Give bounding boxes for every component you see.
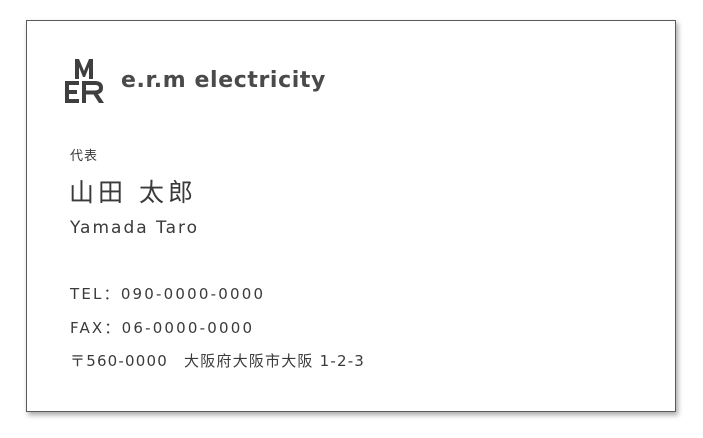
address-line: 〒560-0000 大阪府大阪市大阪 1-2-3 (70, 350, 365, 371)
family-name: 山田 (69, 178, 128, 207)
given-name: 太郎 (139, 178, 198, 207)
fax-label: FAX： (70, 319, 122, 337)
fax-line: FAX：06-0000-0000 (70, 317, 254, 338)
company-logo (65, 59, 104, 103)
street-address: 大阪府大阪市大阪 1-2-3 (184, 352, 366, 370)
postal-code: 〒560-0000 (70, 352, 169, 370)
phone-label: TEL： (70, 285, 121, 303)
fax-number: 06-0000-0000 (121, 319, 255, 337)
person-name-english: Yamada Taro (70, 218, 200, 238)
business-card: e.r.m electricity 代表 山田 太郎 Yamada Taro TE… (26, 20, 676, 412)
person-name-japanese: 山田 太郎 (69, 173, 197, 209)
company-name: e.r.m electricity (121, 68, 326, 93)
phone-line: TEL：090-0000-0000 (70, 283, 265, 304)
phone-number: 090-0000-0000 (120, 285, 266, 303)
job-title: 代表 (70, 149, 99, 164)
